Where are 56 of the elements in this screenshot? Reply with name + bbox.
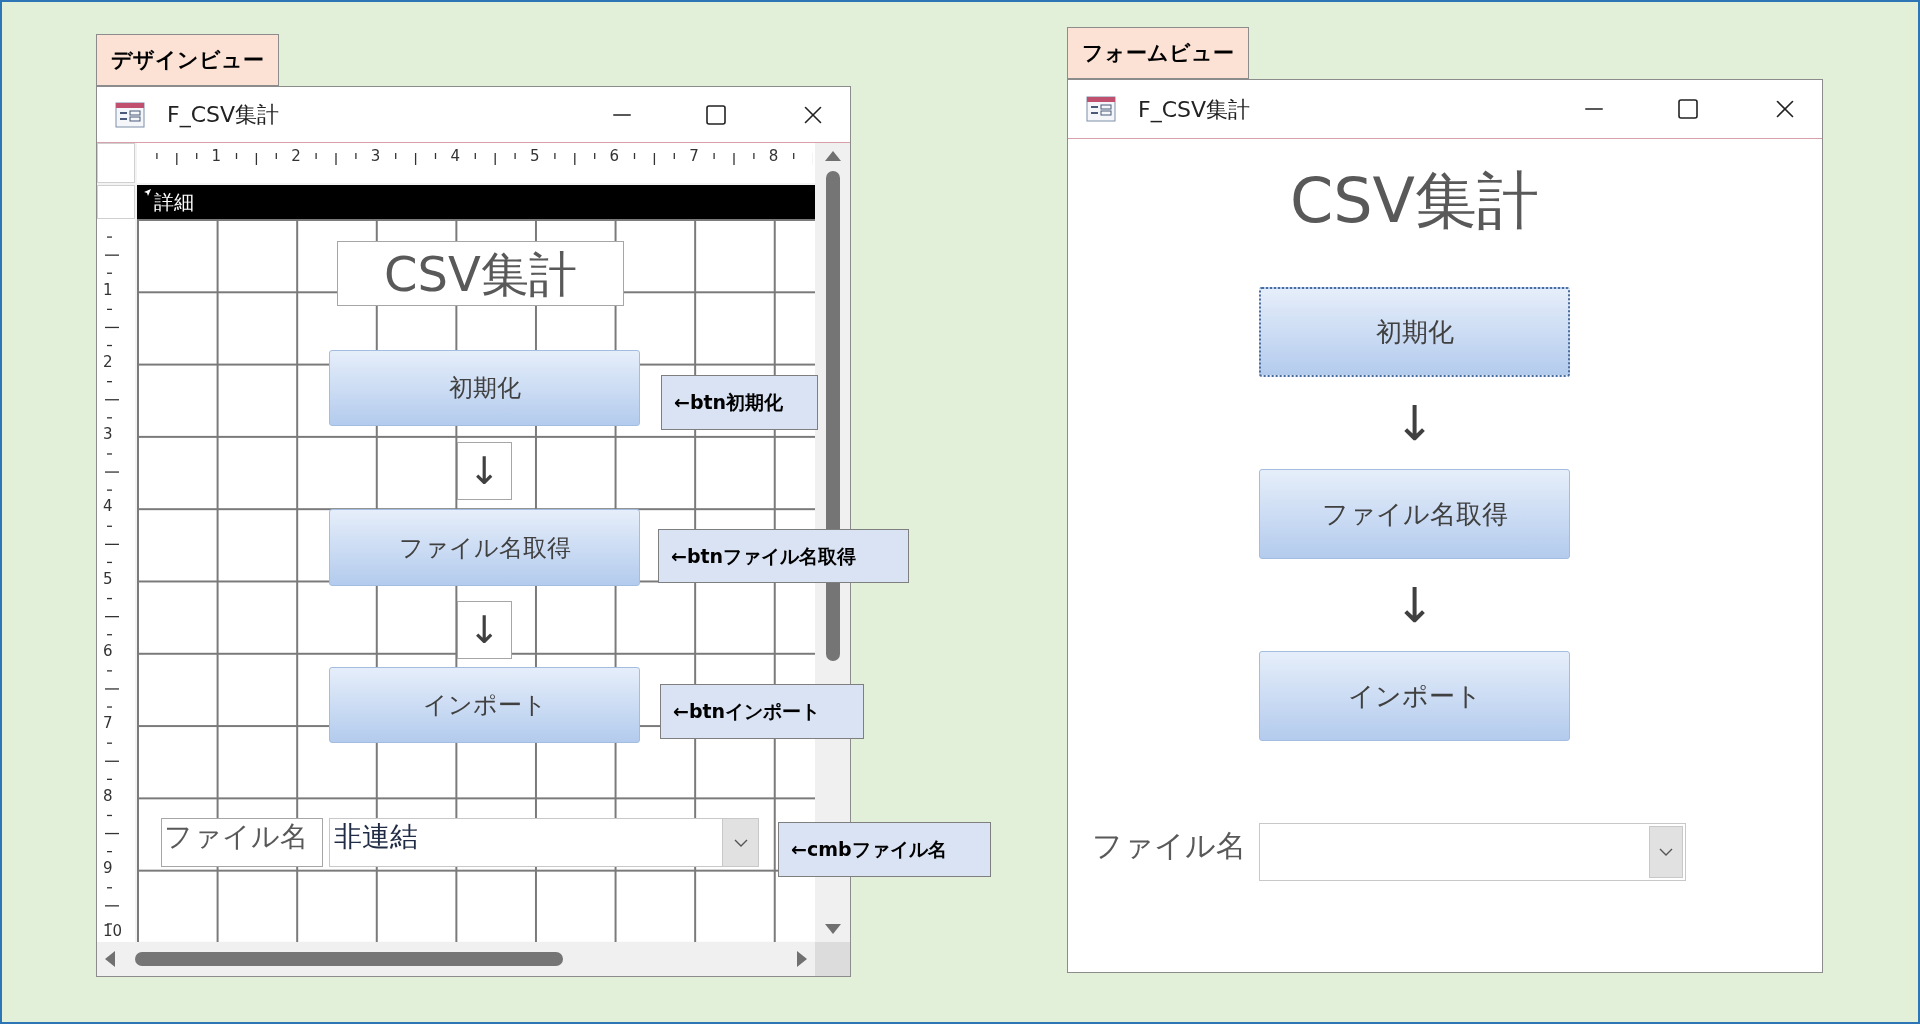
command-button[interactable]: 初期化 bbox=[1259, 287, 1570, 378]
title-label: CSV集計 bbox=[337, 241, 624, 307]
ruler-number: 5 bbox=[103, 571, 113, 587]
maximize-icon[interactable] bbox=[704, 102, 728, 127]
chevron-down-icon bbox=[733, 838, 748, 847]
scrollbar-corner bbox=[815, 942, 850, 977]
ruler-number: 4 bbox=[450, 149, 460, 165]
scroll-left-icon[interactable] bbox=[103, 950, 117, 969]
ruler-number: 6 bbox=[103, 644, 113, 660]
ruler-number: 4 bbox=[103, 499, 113, 515]
ruler-number: 2 bbox=[291, 149, 301, 165]
form-icon bbox=[1086, 96, 1116, 123]
maximize-icon[interactable] bbox=[1676, 97, 1700, 122]
section-marker-icon bbox=[143, 188, 152, 198]
ruler-number: 1 bbox=[103, 282, 113, 298]
arrow-label: ↓ bbox=[1394, 581, 1435, 630]
command-button[interactable]: インポート bbox=[1259, 651, 1570, 742]
annotation-callout: ←btn初期化 bbox=[661, 375, 818, 430]
command-button[interactable]: 初期化 bbox=[329, 350, 640, 427]
ruler-number: 8 bbox=[103, 788, 113, 804]
form-icon bbox=[115, 101, 145, 128]
scroll-right-icon[interactable] bbox=[795, 950, 809, 969]
combo-box[interactable]: 非連結 bbox=[329, 818, 759, 868]
scroll-up-icon[interactable] bbox=[823, 149, 842, 164]
horizontal-scrollbar[interactable] bbox=[97, 942, 815, 977]
window-title: F_CSV集計 bbox=[1138, 95, 1251, 125]
ruler-number: 9 bbox=[103, 860, 113, 876]
field-label: ファイル名 bbox=[1092, 827, 1247, 865]
ruler-number: 8 bbox=[768, 149, 779, 165]
view-caption: デザインビュー bbox=[96, 34, 279, 87]
arrow-label: ↓ bbox=[457, 601, 512, 660]
chevron-down-icon bbox=[1659, 848, 1673, 857]
ruler-number: 1 bbox=[211, 149, 222, 165]
command-button[interactable]: インポート bbox=[329, 667, 640, 744]
window-title: F_CSV集計 bbox=[167, 101, 280, 130]
field-label: ファイル名 bbox=[161, 818, 323, 868]
annotation-callout: ←btnファイル名取得 bbox=[658, 529, 909, 583]
annotation-callout: ←cmbファイル名 bbox=[778, 822, 991, 877]
ruler-number: 10 bbox=[103, 924, 123, 940]
ruler-number: 2 bbox=[103, 354, 113, 370]
form-title: CSV集計 bbox=[1288, 165, 1541, 238]
arrow-label: ↓ bbox=[457, 442, 512, 501]
ruler-number: 7 bbox=[103, 716, 113, 732]
ruler-number: 5 bbox=[530, 149, 540, 165]
combo-value: 非連結 bbox=[333, 819, 419, 856]
section-title: 詳細 bbox=[154, 189, 194, 217]
ruler-number: 3 bbox=[103, 427, 113, 443]
view-caption: フォームビュー bbox=[1067, 27, 1249, 80]
command-button[interactable]: ファイル名取得 bbox=[1259, 469, 1570, 560]
ruler-number: 7 bbox=[689, 149, 699, 165]
annotation-callout: ←btnインポート bbox=[660, 684, 864, 739]
scroll-thumb[interactable] bbox=[135, 952, 563, 967]
command-button[interactable]: ファイル名取得 bbox=[329, 509, 640, 587]
arrow-label: ↓ bbox=[1394, 399, 1435, 448]
ruler-number: 3 bbox=[370, 149, 381, 165]
ruler-number: 6 bbox=[609, 149, 620, 165]
